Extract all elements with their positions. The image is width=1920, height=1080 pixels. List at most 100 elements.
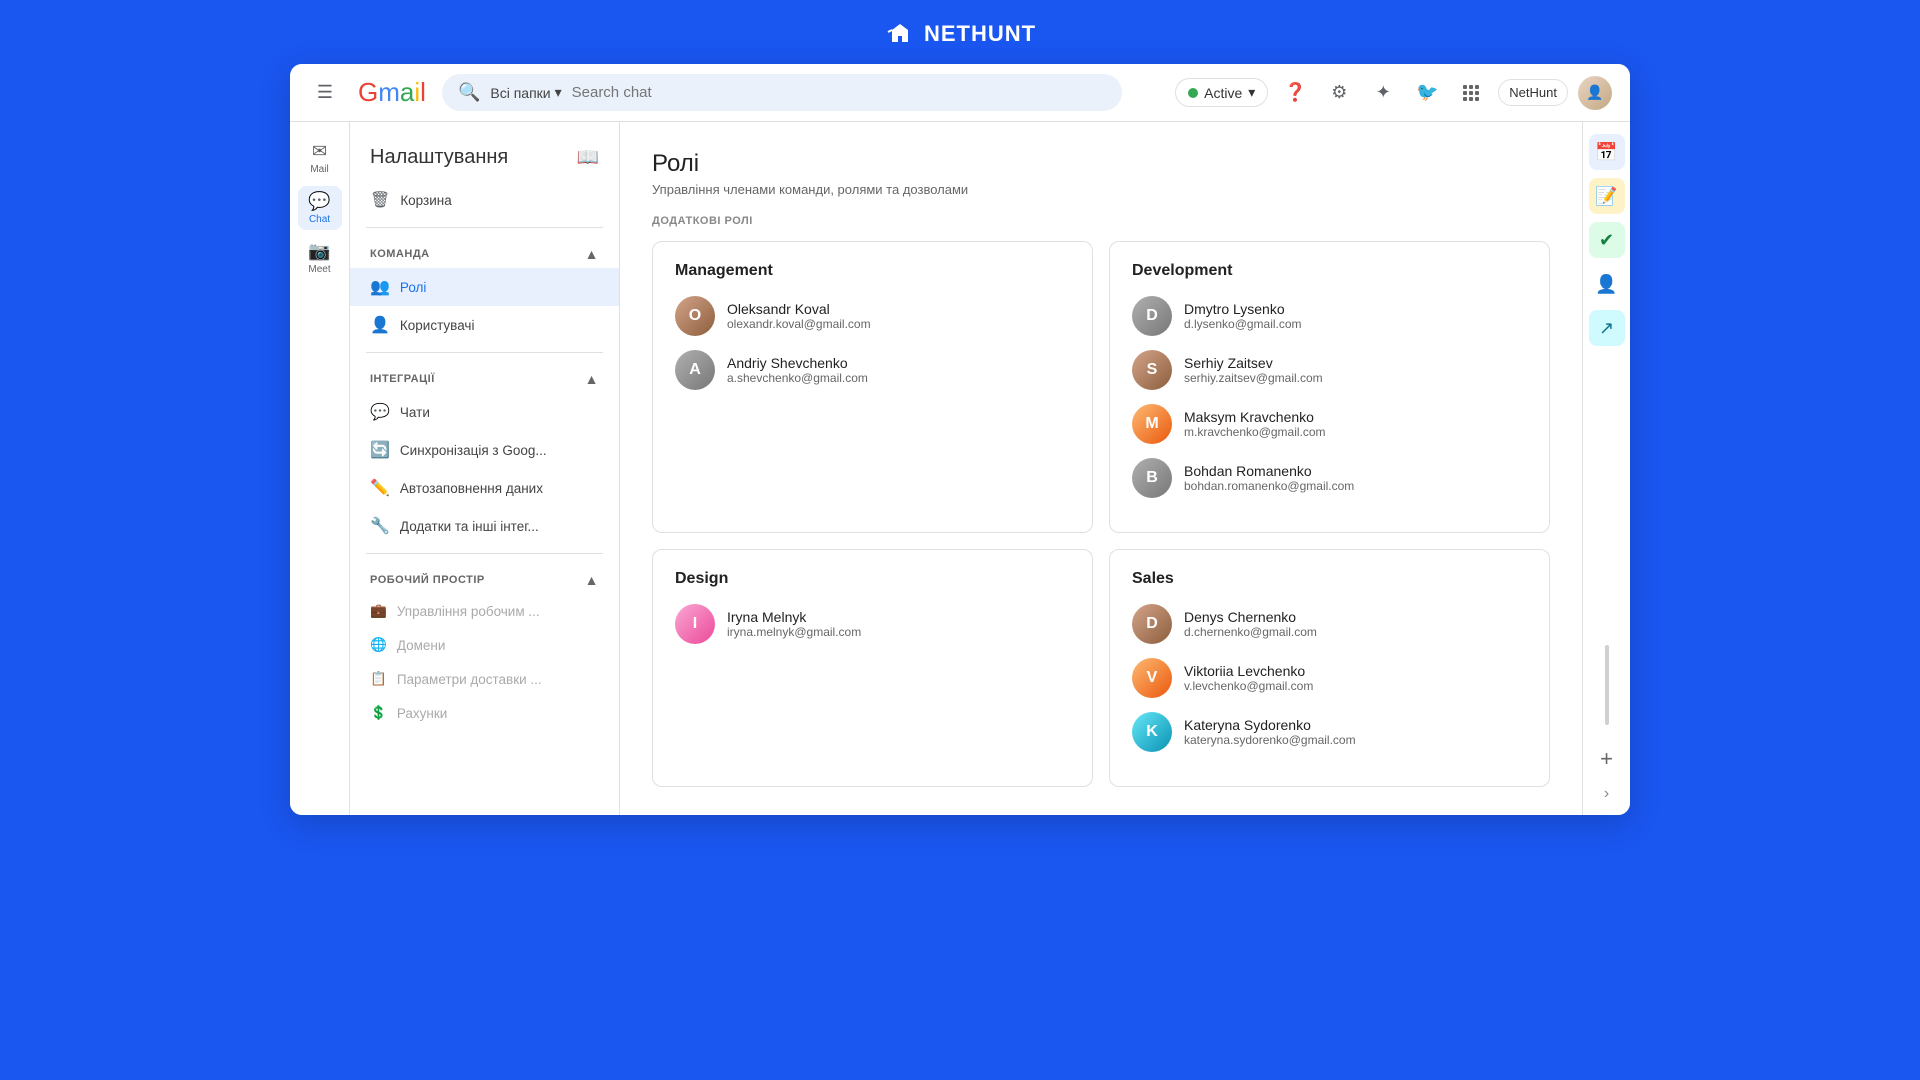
mail-icon: ✉: [312, 141, 327, 162]
search-input[interactable]: [572, 84, 1106, 101]
search-bar: 🔍 Всі папки ▾: [442, 74, 1122, 111]
member-row[interactable]: SSerhiy Zaitsevserhiy.zaitsev@gmail.com: [1132, 350, 1527, 390]
member-row[interactable]: A Andriy Shevchenkoa.shevchenko@gmail.com: [675, 350, 1070, 390]
nav-section-team: КОМАНДА ▲: [350, 236, 619, 268]
role-card-sales: SalesDDenys Chernenkod.chernenko@gmail.c…: [1109, 549, 1550, 787]
nethunt-logo-icon: [884, 18, 916, 50]
member-name: Kateryna Sydorenko: [1184, 717, 1356, 733]
help-button[interactable]: ❓: [1278, 76, 1312, 110]
sidebar-item-mail[interactable]: ✉ Mail: [298, 136, 342, 180]
member-row[interactable]: BBohdan Romanenkobohdan.romanenko@gmail.…: [1132, 458, 1527, 498]
gmail-logo: Gmail: [358, 77, 426, 108]
folder-select-label: Всі папки: [490, 85, 550, 101]
book-icon: 📖: [577, 147, 599, 168]
star-button[interactable]: ✦: [1366, 76, 1400, 110]
window-body: ✉ Mail 💬 Chat 📷 Meet Налаштування 📖 🗑 Ко…: [290, 122, 1630, 815]
member-row[interactable]: D Dmytro Lysenkod.lysenko@gmail.com: [1132, 296, 1527, 336]
member-row[interactable]: VViktoriia Levchenkov.levchenko@gmail.co…: [1132, 658, 1527, 698]
nav-delivery-label: Параметри доставки ...: [397, 672, 542, 687]
nav-section-workspace: РОБОЧИЙ ПРОСТІР ▲: [350, 562, 619, 594]
nav-item-trash[interactable]: 🗑 Корзина: [350, 181, 619, 219]
member-row[interactable]: I Iryna Melnykiryna.melnyk@gmail.com: [675, 604, 1070, 644]
member-avatar: K: [1132, 712, 1172, 752]
nav-autofill-label: Автозаповнення даних: [400, 481, 543, 496]
settings-button[interactable]: ⚙: [1322, 76, 1356, 110]
member-name: Bohdan Romanenko: [1184, 463, 1354, 479]
left-sidebar: ✉ Mail 💬 Chat 📷 Meet: [290, 122, 350, 815]
nethunt-btn-label: NetHunt: [1509, 85, 1557, 100]
nav-item-addons[interactable]: 🔧 Додатки та інші інтег...: [350, 507, 619, 545]
member-email: d.chernenko@gmail.com: [1184, 625, 1317, 639]
role-card-management: Management OOleksandr Kovalolexandr.koval…: [652, 241, 1093, 533]
nethunt-logo-text: NETHUNT: [924, 21, 1036, 47]
member-email: bohdan.romanenko@gmail.com: [1184, 479, 1354, 493]
member-info: Andriy Shevchenkoa.shevchenko@gmail.com: [727, 355, 868, 385]
role-title-management: Management: [675, 262, 1070, 280]
apps-button[interactable]: [1454, 76, 1488, 110]
user-avatar[interactable]: 👤: [1578, 76, 1612, 110]
right-icon-note[interactable]: 📝: [1589, 178, 1625, 214]
nav-item-autofill[interactable]: ✏️ Автозаповнення даних: [350, 469, 619, 507]
member-info: Dmytro Lysenkod.lysenko@gmail.com: [1184, 301, 1302, 331]
top-bar: NETHUNT: [0, 0, 1920, 64]
nethunt-user-button[interactable]: NetHunt: [1498, 79, 1568, 106]
workspace-section-label: РОБОЧИЙ ПРОСТІР: [370, 574, 485, 586]
nav-chats-label: Чати: [400, 405, 430, 420]
sync-icon: 🔄: [370, 440, 390, 460]
member-row[interactable]: OOleksandr Kovalolexandr.koval@gmail.com: [675, 296, 1070, 336]
member-avatar: V: [1132, 658, 1172, 698]
right-icon-task[interactable]: ✔: [1589, 222, 1625, 258]
right-arrow-icon[interactable]: ›: [1604, 785, 1609, 803]
right-icon-export[interactable]: ↗: [1589, 310, 1625, 346]
integrations-toggle-icon[interactable]: ▲: [585, 371, 599, 387]
nav-item-roles[interactable]: 👥 Ролі: [350, 268, 619, 306]
member-avatar: O: [675, 296, 715, 336]
nav-item-domains: 🌐 Домени: [350, 628, 619, 662]
sidebar-meet-label: Meet: [308, 264, 330, 275]
team-toggle-icon[interactable]: ▲: [585, 246, 599, 262]
member-avatar: D: [1132, 296, 1172, 336]
workspace-toggle-icon[interactable]: ▲: [585, 572, 599, 588]
sidebar-item-meet[interactable]: 📷 Meet: [298, 236, 342, 280]
active-status-badge[interactable]: Active ▾: [1175, 78, 1268, 107]
hamburger-button[interactable]: ☰: [308, 76, 342, 110]
roles-icon: 👥: [370, 277, 390, 297]
role-card-development: DevelopmentDDmytro Lysenkod.lysenko@gmai…: [1109, 241, 1550, 533]
nav-item-billing: 💲 Рахунки: [350, 696, 619, 730]
role-card-design: DesignIIryna Melnykiryna.melnyk@gmail.co…: [652, 549, 1093, 787]
member-name: Serhiy Zaitsev: [1184, 355, 1323, 371]
nav-item-chats[interactable]: 💬 Чати: [350, 393, 619, 431]
nav-item-users[interactable]: 👤 Користувачі: [350, 306, 619, 344]
nav-sidebar: Налаштування 📖 🗑 Корзина КОМАНДА ▲ 👥 Рол…: [350, 122, 620, 815]
sidebar-chat-label: Chat: [309, 214, 330, 225]
right-icon-calendar[interactable]: 📅: [1589, 134, 1625, 170]
member-email: kateryna.sydorenko@gmail.com: [1184, 733, 1356, 747]
nav-item-sync[interactable]: 🔄 Синхронізація з Goog...: [350, 431, 619, 469]
member-email: v.levchenko@gmail.com: [1184, 679, 1313, 693]
domains-icon: 🌐: [370, 637, 387, 653]
member-avatar: A: [675, 350, 715, 390]
member-name: Denys Chernenko: [1184, 609, 1317, 625]
chat-icon: 💬: [308, 191, 330, 212]
search-icon: 🔍: [458, 82, 480, 103]
member-avatar: D: [1132, 604, 1172, 644]
member-email: d.lysenko@gmail.com: [1184, 317, 1302, 331]
member-info: Bohdan Romanenkobohdan.romanenko@gmail.c…: [1184, 463, 1354, 493]
member-avatar: I: [675, 604, 715, 644]
member-row[interactable]: K Kateryna Sydorenkokateryna.sydorenko@gm…: [1132, 712, 1527, 752]
member-info: Iryna Melnykiryna.melnyk@gmail.com: [727, 609, 861, 639]
manage-icon: 💼: [370, 603, 387, 619]
right-icon-person[interactable]: 👤: [1589, 266, 1625, 302]
team-section-label: КОМАНДА: [370, 248, 430, 260]
nethunt-icon-button[interactable]: 🐦: [1410, 76, 1444, 110]
add-button[interactable]: +: [1589, 741, 1625, 777]
folder-select[interactable]: Всі папки ▾: [490, 84, 561, 101]
member-email: m.kravchenko@gmail.com: [1184, 425, 1326, 439]
member-row[interactable]: MMaksym Kravchenkom.kravchenko@gmail.com: [1132, 404, 1527, 444]
nav-divider-1: [366, 227, 603, 228]
member-row[interactable]: D Denys Chernenkod.chernenko@gmail.com: [1132, 604, 1527, 644]
nav-trash-label: Корзина: [400, 193, 451, 208]
section-label: ДОДАТКОВІ РОЛІ: [652, 215, 1550, 227]
sidebar-item-chat[interactable]: 💬 Chat: [298, 186, 342, 230]
billing-icon: 💲: [370, 705, 387, 721]
